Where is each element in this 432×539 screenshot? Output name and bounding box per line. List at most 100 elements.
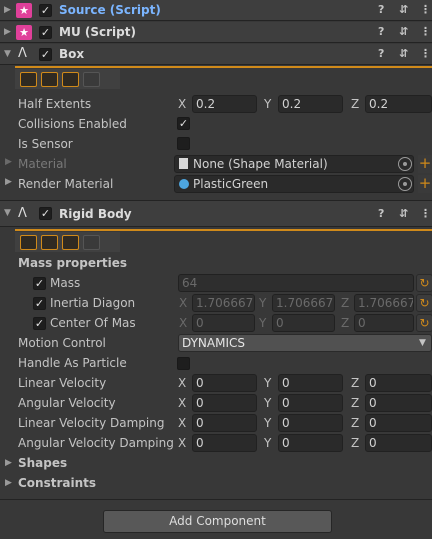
help-icon[interactable]: ? [378, 3, 384, 16]
enabled-checkbox[interactable]: ✓ [39, 207, 52, 220]
half-extents-label: Half Extents [18, 97, 92, 111]
rigid-body-header[interactable]: ▼ Λ ✓ Rigid Body ? ⇵ ⋮ [0, 201, 432, 227]
create-material-icon[interactable]: + [418, 155, 432, 173]
angular-velocity-z-field[interactable]: 0 [365, 394, 432, 412]
agx-icon: Λ [18, 46, 27, 61]
help-icon[interactable]: ? [378, 25, 384, 38]
enabled-checkbox[interactable]: ✓ [39, 26, 52, 39]
axis-y-label: Y [264, 376, 272, 390]
presets-icon[interactable]: ⇵ [399, 47, 408, 60]
assign-shape-material-tool-icon[interactable] [20, 235, 37, 250]
angular-velocity-x-field[interactable]: 0 [192, 394, 257, 412]
shapes-foldout[interactable]: Shapes [18, 456, 67, 470]
foldout-arrow-icon[interactable]: ▶ [5, 177, 12, 187]
angular-damping-x-field[interactable]: 0 [192, 434, 257, 452]
context-menu-icon[interactable]: ⋮ [420, 47, 431, 60]
add-component-button[interactable]: Add Component [103, 510, 332, 533]
foldout-arrow-icon[interactable]: ▶ [5, 458, 12, 468]
com-z-field[interactable]: 0 [354, 314, 414, 332]
update-com-icon[interactable]: ↻ [416, 314, 432, 332]
center-of-mass-label: Center Of Mas [50, 316, 136, 330]
box-header[interactable]: ▼ Λ ✓ Box ? ⇵ ⋮ [0, 44, 432, 65]
object-picker-icon[interactable] [398, 177, 412, 191]
create-render-material-icon[interactable]: + [418, 175, 432, 193]
inertia-label: Inertia Diagon [50, 296, 136, 310]
foldout-arrow-icon[interactable]: ▼ [4, 44, 14, 65]
constraint-create-tool-icon[interactable] [62, 235, 79, 250]
resize-tool-icon[interactable] [20, 72, 37, 87]
update-mass-icon[interactable]: ↻ [416, 274, 432, 292]
axis-z-label: Z [351, 416, 360, 430]
linear-velocity-x-field[interactable]: 0 [192, 374, 257, 392]
linear-damping-y-field[interactable]: 0 [278, 414, 343, 432]
update-inertia-icon[interactable]: ↻ [416, 294, 432, 312]
presets-icon[interactable]: ⇵ [399, 207, 408, 220]
linear-velocity-y-field[interactable]: 0 [278, 374, 343, 392]
mass-use-default-checkbox[interactable]: ✓ [33, 277, 46, 290]
axis-x-label: X [179, 316, 188, 330]
foldout-arrow-icon[interactable]: ▶ [4, 0, 14, 21]
foldout-arrow-icon[interactable]: ▼ [4, 203, 14, 224]
collisions-enabled-checkbox[interactable]: ✓ [177, 117, 190, 130]
shape-visual-tool-icon[interactable] [83, 72, 100, 87]
handle-as-particle-checkbox[interactable] [177, 357, 190, 370]
angular-damping-y-field[interactable]: 0 [278, 434, 343, 452]
handle-as-particle-label: Handle As Particle [18, 356, 127, 370]
motion-control-dropdown[interactable]: DYNAMICS ▼ [178, 334, 432, 352]
linear-damping-x-field[interactable]: 0 [192, 414, 257, 432]
context-menu-icon[interactable]: ⋮ [420, 207, 431, 220]
angular-damping-z-field[interactable]: 0 [365, 434, 432, 452]
linear-damping-z-field[interactable]: 0 [365, 414, 432, 432]
toolbox-separator [15, 66, 432, 68]
help-icon[interactable]: ? [378, 47, 384, 60]
axis-y-label: Y [264, 396, 272, 410]
render-material-field[interactable]: PlasticGreen [174, 175, 414, 193]
presets-icon[interactable]: ⇵ [399, 25, 408, 38]
linear-velocity-z-field[interactable]: 0 [365, 374, 432, 392]
half-extents-z-field[interactable]: 0.2 [365, 95, 432, 113]
help-icon[interactable]: ? [378, 207, 384, 220]
mass-properties-heading: Mass properties [18, 256, 128, 270]
inertia-y-field[interactable]: 1.706667 [272, 294, 335, 312]
half-extents-x-field[interactable]: 0.2 [192, 95, 257, 113]
inertia-use-default-checkbox[interactable]: ✓ [33, 297, 46, 310]
object-picker-icon[interactable] [398, 157, 412, 171]
context-menu-icon[interactable]: ⋮ [420, 3, 431, 16]
collisions-enabled-label: Collisions Enabled [18, 117, 127, 131]
context-menu-icon[interactable]: ⋮ [420, 25, 431, 38]
com-y-field[interactable]: 0 [272, 314, 335, 332]
presets-icon[interactable]: ⇵ [399, 3, 408, 16]
motion-control-value: DYNAMICS [182, 336, 245, 350]
foldout-arrow-icon[interactable]: ▶ [4, 22, 14, 43]
agx-icon: Λ [18, 206, 27, 221]
source-script-header[interactable]: ▶ ★ ✓ Source (Script) ? ⇵ ⋮ [0, 0, 432, 21]
script-icon: ★ [16, 25, 32, 40]
file-icon [179, 158, 188, 169]
axis-x-label: X [178, 396, 187, 410]
material-field[interactable]: None (Shape Material) [174, 155, 414, 173]
disable-collisions-tool-icon[interactable] [62, 72, 79, 87]
is-sensor-checkbox[interactable] [177, 137, 190, 150]
enabled-checkbox[interactable]: ✓ [39, 48, 52, 61]
constraints-foldout[interactable]: Constraints [18, 476, 96, 490]
shape-visual-tool-icon[interactable] [83, 235, 100, 250]
axis-x-label: X [179, 296, 188, 310]
axis-x-label: X [178, 376, 187, 390]
foldout-arrow-icon[interactable]: ▶ [5, 157, 12, 167]
inertia-z-field[interactable]: 1.706667 [354, 294, 414, 312]
mass-field[interactable]: 64 [178, 274, 414, 292]
inspector-divider [0, 499, 432, 500]
com-x-field[interactable]: 0 [192, 314, 255, 332]
shape-create-tool-icon[interactable] [41, 235, 58, 250]
foldout-arrow-icon[interactable]: ▶ [5, 478, 12, 488]
half-extents-y-field[interactable]: 0.2 [278, 95, 343, 113]
enabled-checkbox[interactable]: ✓ [39, 4, 52, 17]
com-use-default-checkbox[interactable]: ✓ [33, 317, 46, 330]
is-sensor-label: Is Sensor [18, 137, 73, 151]
mu-script-header[interactable]: ▶ ★ ✓ MU (Script) ? ⇵ ⋮ [0, 22, 432, 43]
inertia-x-field[interactable]: 1.706667 [192, 294, 255, 312]
material-sphere-icon [179, 179, 189, 189]
axis-z-label: Z [351, 376, 360, 390]
shape-create-tool-icon[interactable] [41, 72, 58, 87]
angular-velocity-y-field[interactable]: 0 [278, 394, 343, 412]
